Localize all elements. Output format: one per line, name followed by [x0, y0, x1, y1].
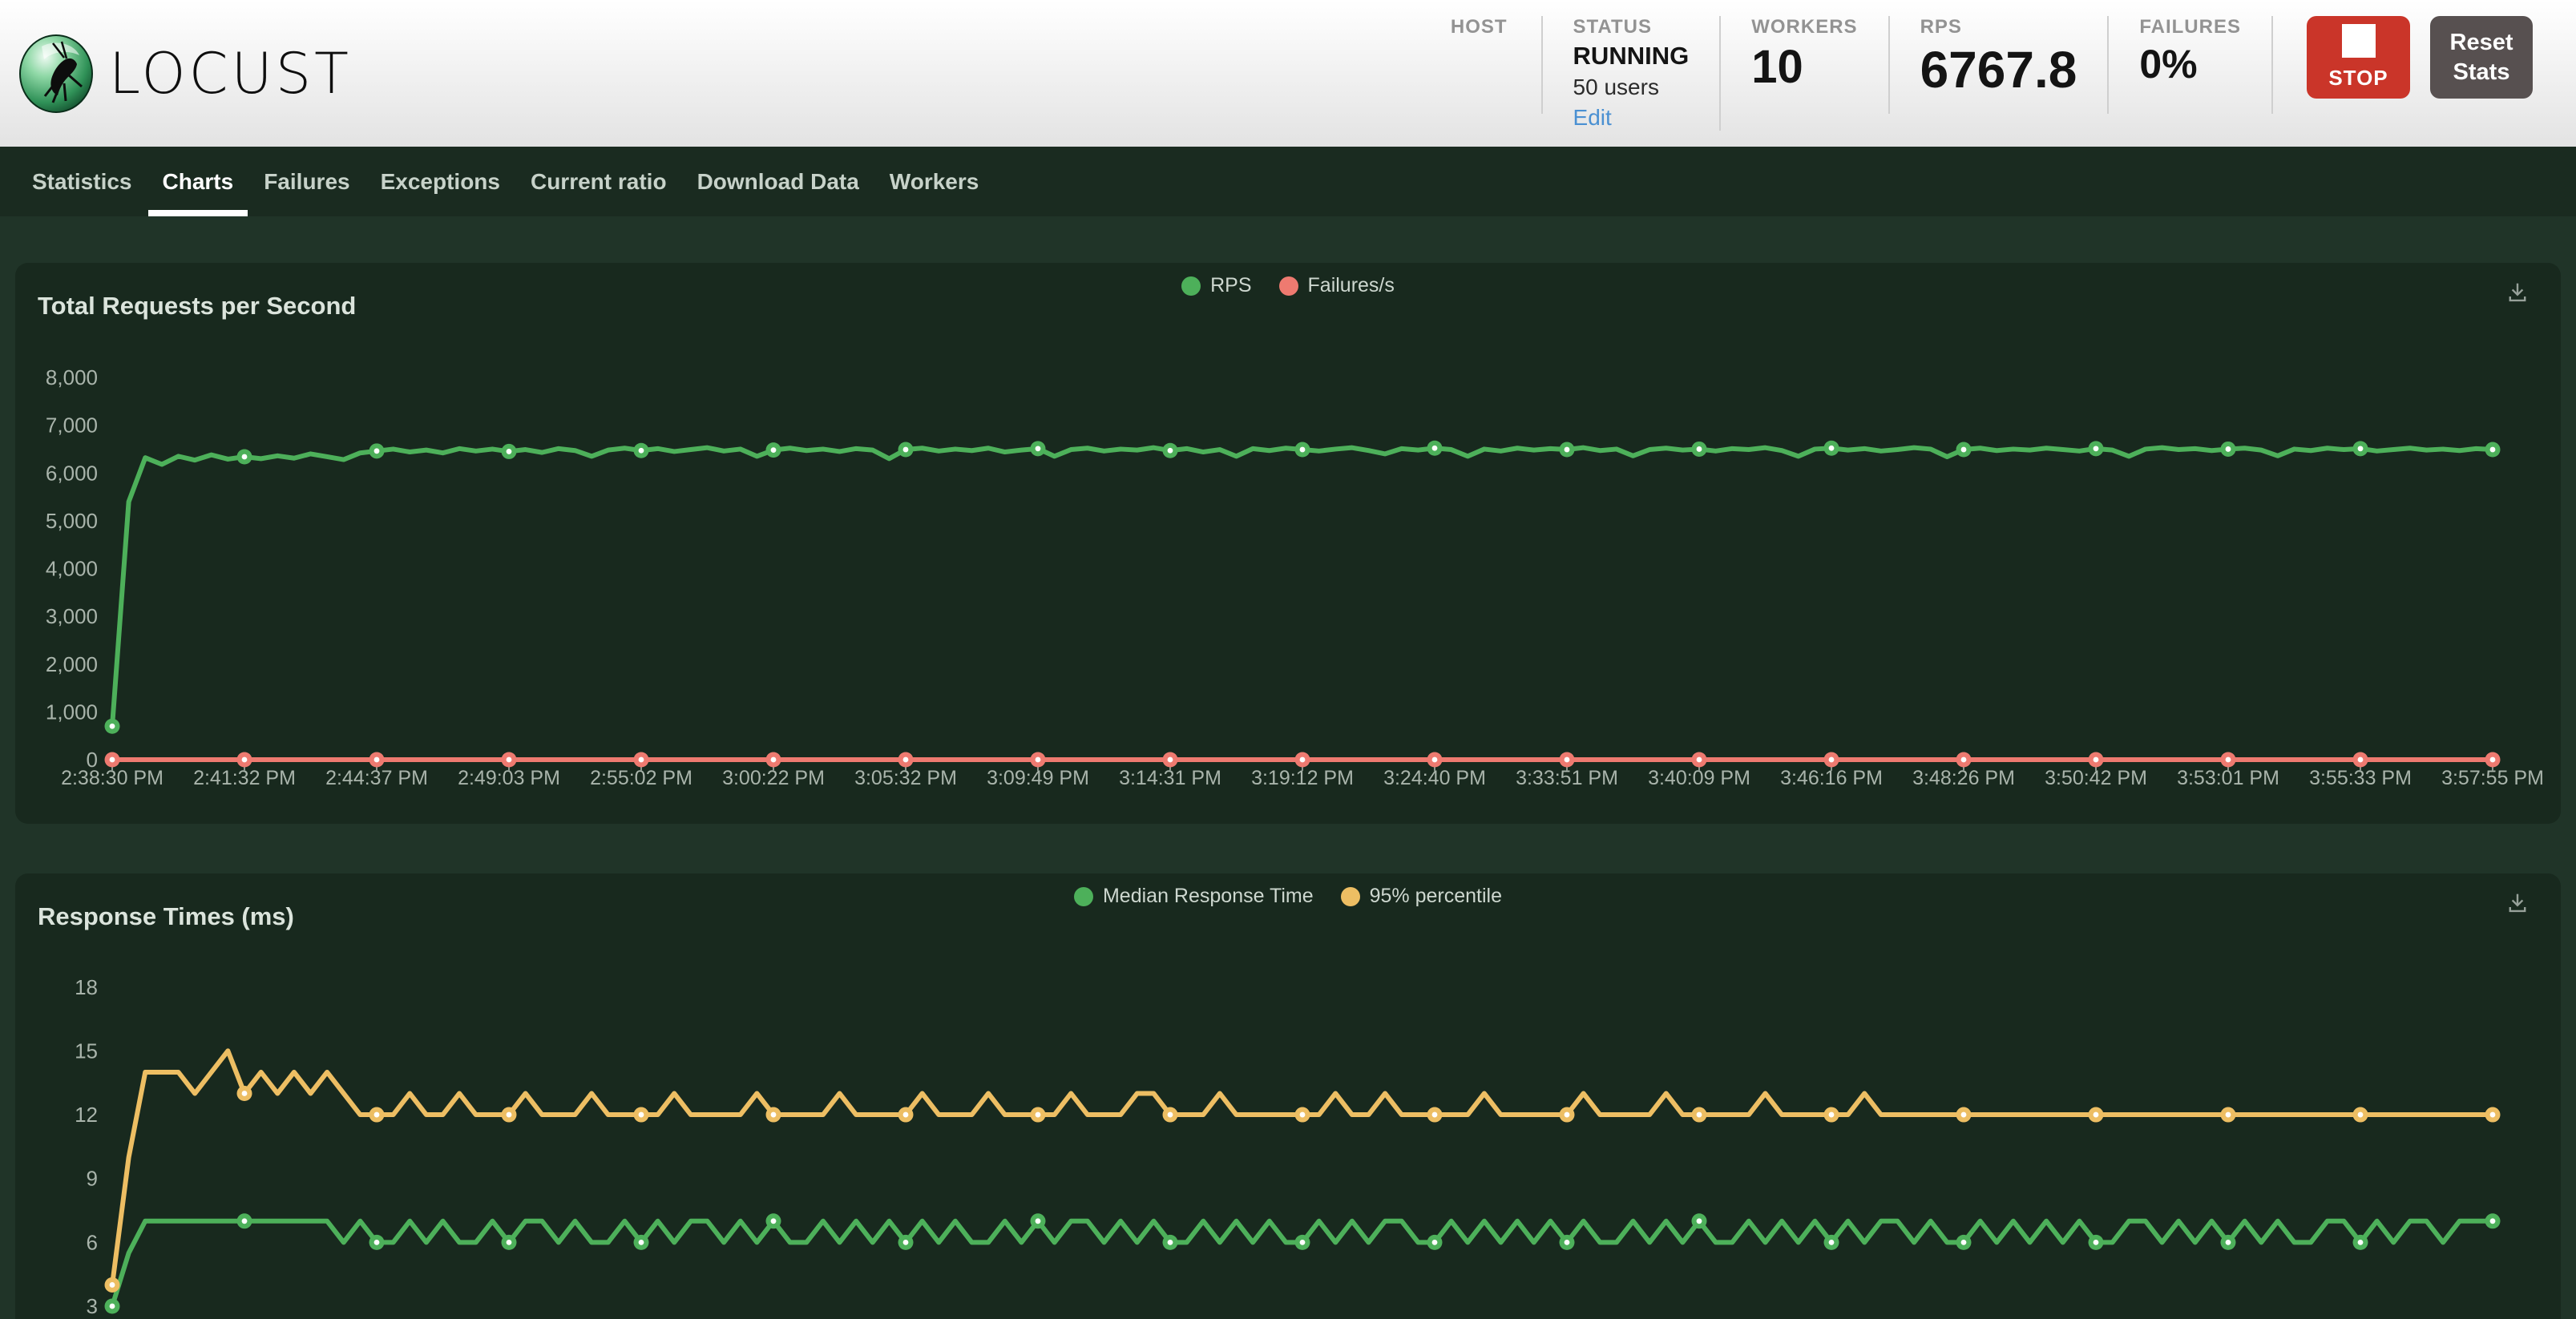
header-stats: HOST STATUS RUNNING 50 users Edit WORKER… [1451, 16, 2533, 131]
legend-dot-red [1279, 276, 1298, 296]
stat-workers-label: WORKERS [1751, 16, 1857, 38]
svg-text:2,000: 2,000 [46, 652, 98, 676]
stat-workers: WORKERS 10 [1721, 16, 1889, 114]
stat-host: HOST [1451, 16, 1543, 114]
rps-chart-legend: RPS Failures/s [15, 274, 2561, 297]
header-buttons: STOP Reset Stats [2307, 16, 2533, 99]
stat-rps-label: RPS [1920, 16, 2077, 38]
reset-stats-button[interactable]: Reset Stats [2430, 16, 2533, 99]
legend-label-failures: Failures/s [1308, 274, 1395, 297]
workers-value: 10 [1751, 43, 1857, 92]
legend-dot-green [1074, 887, 1093, 906]
stop-square-icon [2342, 24, 2376, 58]
stat-rps: RPS 6767.8 [1890, 16, 2110, 114]
locust-logo-icon [18, 34, 95, 114]
brand: LOCUST [18, 34, 352, 114]
stat-status-label: STATUS [1573, 16, 1690, 38]
legend-label-median: Median Response Time [1103, 885, 1314, 908]
svg-text:8,000: 8,000 [46, 365, 98, 389]
svg-text:15: 15 [75, 1039, 98, 1063]
stat-status: STATUS RUNNING 50 users Edit [1543, 16, 1722, 131]
status-value: RUNNING [1573, 43, 1690, 70]
tab-workers[interactable]: Workers [890, 147, 979, 216]
tab-current-ratio[interactable]: Current ratio [531, 147, 667, 216]
tab-exceptions[interactable]: Exceptions [381, 147, 500, 216]
stat-failures: FAILURES 0% [2109, 16, 2273, 114]
download-chart-icon[interactable] [2504, 279, 2531, 306]
response-times-chart-panel: 181512963 Response Times (ms) Median Res… [15, 873, 2561, 1319]
svg-text:6,000: 6,000 [46, 461, 98, 485]
stop-button[interactable]: STOP [2307, 16, 2410, 99]
main-nav: Statistics Charts Failures Exceptions Cu… [0, 147, 2576, 216]
svg-text:6: 6 [87, 1230, 98, 1254]
stop-button-label: STOP [2328, 66, 2388, 91]
legend-item-median[interactable]: Median Response Time [1074, 885, 1314, 908]
svg-text:4,000: 4,000 [46, 557, 98, 581]
tab-download-data[interactable]: Download Data [697, 147, 859, 216]
svg-text:7,000: 7,000 [46, 413, 98, 438]
tab-charts[interactable]: Charts [163, 147, 234, 216]
download-chart-icon[interactable] [2504, 889, 2531, 917]
app-title: LOCUST [109, 46, 352, 102]
legend-item-p95[interactable]: 95% percentile [1341, 885, 1502, 908]
svg-text:9: 9 [87, 1167, 98, 1191]
svg-text:5,000: 5,000 [46, 509, 98, 533]
response-times-chart-legend: Median Response Time 95% percentile [15, 885, 2561, 908]
failures-value: 0% [2139, 43, 2241, 86]
rps-chart: 8,000 7,000 6,000 5,000 4,000 3,000 2,000 1,000… [15, 263, 2561, 824]
legend-dot-yellow [1341, 887, 1360, 906]
stat-failures-label: FAILURES [2139, 16, 2241, 38]
legend-item-failures[interactable]: Failures/s [1279, 274, 1395, 297]
user-count: 50 users [1573, 75, 1690, 100]
svg-text:12: 12 [75, 1103, 98, 1127]
tab-failures[interactable]: Failures [264, 147, 349, 216]
tab-statistics[interactable]: Statistics [32, 147, 132, 216]
response-times-chart: 18 15 12 9 6 3 [15, 873, 2561, 1319]
legend-label-p95: 95% percentile [1370, 885, 1502, 908]
rps-chart-panel: 8,000 7,000 6,000 5,000 4,000 3,000 2,000 1,000… [15, 263, 2561, 824]
svg-text:3: 3 [87, 1294, 98, 1318]
legend-dot-green [1181, 276, 1201, 296]
svg-text:18: 18 [75, 975, 98, 999]
edit-link[interactable]: Edit [1573, 105, 1612, 131]
legend-label-rps: RPS [1210, 274, 1251, 297]
legend-item-rps[interactable]: RPS [1181, 274, 1251, 297]
svg-text:1,000: 1,000 [46, 700, 98, 724]
stat-host-label: HOST [1451, 16, 1508, 38]
svg-text:3,000: 3,000 [46, 604, 98, 628]
rps-value: 6767.8 [1920, 43, 2077, 97]
top-header: LOCUST HOST STATUS RUNNING 50 users Edit… [0, 0, 2576, 147]
